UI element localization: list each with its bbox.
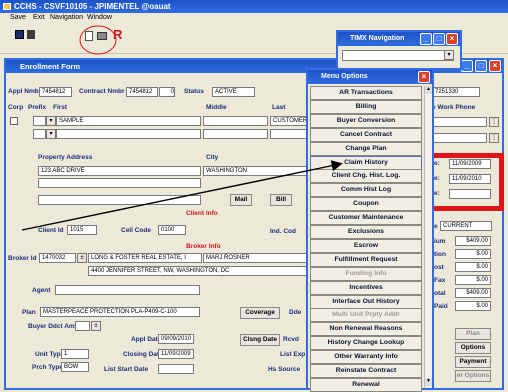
annotation-arrow bbox=[21, 160, 343, 231]
